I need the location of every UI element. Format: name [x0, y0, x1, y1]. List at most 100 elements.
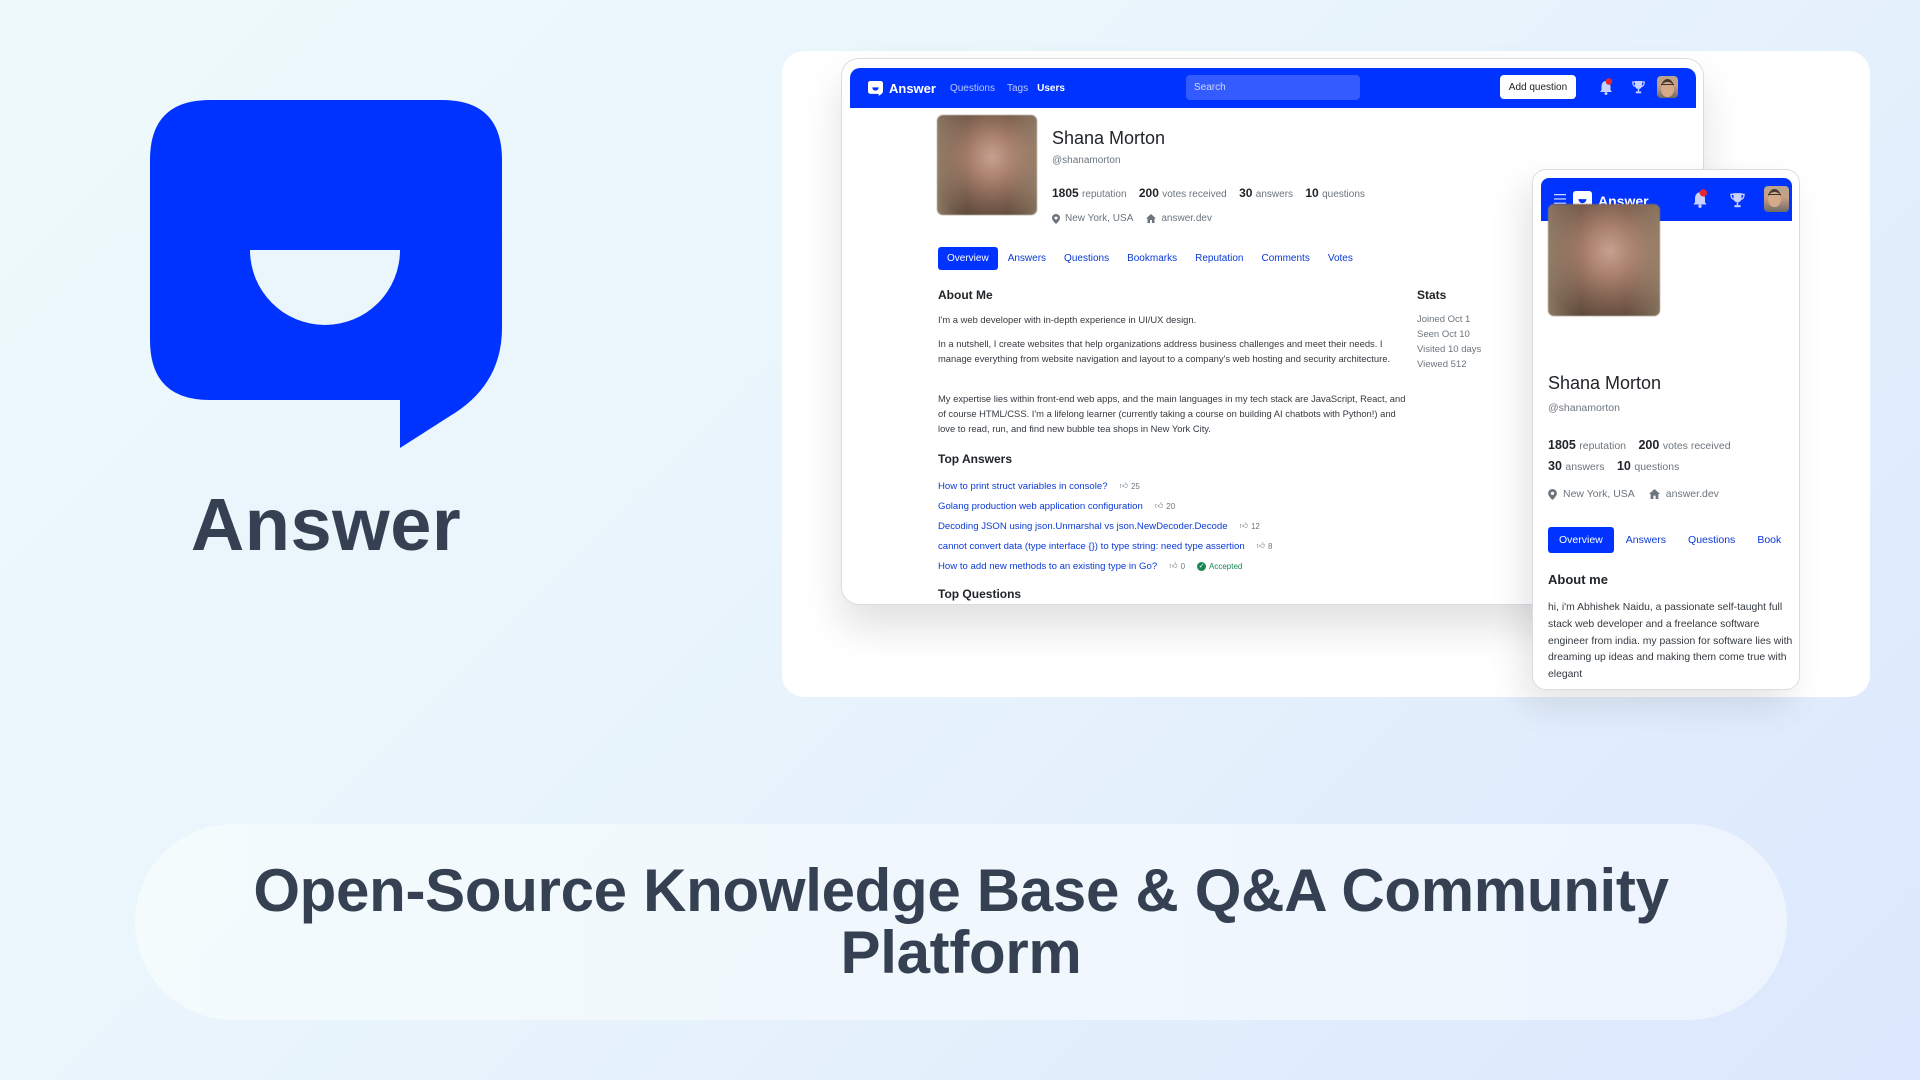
top-answers-title: Top Answers — [938, 452, 1013, 466]
accepted-badge: ✓ Accepted — [1197, 561, 1242, 571]
profile-name: Shana Morton — [1548, 373, 1662, 393]
profile-photo — [937, 115, 1037, 215]
stat-label: answers — [1565, 461, 1605, 473]
tab-overview[interactable]: Overview — [1548, 527, 1614, 553]
profile-location: New York, USA — [1065, 213, 1134, 224]
tab-overview[interactable]: Overview — [938, 247, 998, 270]
stat-value: 200 — [1638, 438, 1660, 452]
hamburger-menu-icon[interactable] — [1554, 194, 1566, 204]
profile-website[interactable]: answer.dev — [1666, 488, 1719, 500]
location-pin-icon — [1548, 488, 1557, 500]
vote-value: 20 — [1166, 501, 1176, 511]
answer-logo-icon — [868, 80, 883, 96]
thumbs-up-icon: 👍︎ — [1169, 561, 1178, 570]
nav-logo[interactable]: Answer — [868, 81, 936, 96]
list-item: Decoding JSON using json.Unmarshal vs js… — [938, 516, 1272, 536]
tab-bookmarks[interactable]: Bookmarks — [1118, 247, 1186, 270]
vote-value: 8 — [1268, 541, 1273, 551]
stat-label: votes received — [1162, 189, 1227, 200]
tab-votes[interactable]: Votes — [1319, 247, 1362, 270]
add-question-button[interactable]: Add question — [1500, 75, 1576, 99]
search-input[interactable]: Search — [1186, 75, 1360, 100]
vote-count: 👍︎ 12 — [1240, 521, 1260, 531]
tab-questions[interactable]: Questions — [1055, 247, 1118, 270]
stat-seen: Seen Oct 10 — [1417, 329, 1470, 340]
bell-icon[interactable] — [1692, 189, 1708, 209]
bell-icon[interactable] — [1599, 78, 1613, 96]
tab-questions[interactable]: Questions — [1677, 527, 1746, 553]
tab-reputation[interactable]: Reputation — [1186, 247, 1252, 270]
stat-label: votes received — [1662, 440, 1731, 452]
profile-tabs: Overview Answers Questions Book — [1548, 527, 1792, 553]
stat-value: 30 — [1239, 186, 1253, 200]
profile-tabs: Overview Answers Questions Bookmarks Rep… — [938, 247, 1362, 270]
check-circle-icon: ✓ — [1197, 561, 1207, 571]
profile-stats-row: 1805 reputation 200 votes received — [1548, 438, 1740, 452]
stat-label: questions — [1634, 461, 1680, 473]
stat-value: 10 — [1305, 186, 1319, 200]
about-paragraph: I'm a web developer with in-depth experi… — [938, 314, 1197, 325]
profile-stats-row: 30 answers 10 questions — [1548, 459, 1688, 473]
about-text: hi, i'm Abhishek Naidu, a passionate sel… — [1548, 602, 1793, 681]
list-item: How to print struct variables in console… — [938, 476, 1272, 496]
profile-meta: New York, USA answer.dev — [1548, 488, 1719, 500]
stat-visited: Visited 10 days — [1417, 344, 1482, 355]
tab-answers[interactable]: Answers — [1615, 527, 1677, 553]
stat-label: answers — [1255, 189, 1294, 200]
vote-value: 25 — [1130, 481, 1140, 491]
vote-count: 👍︎ 8 — [1257, 541, 1273, 551]
vote-value: 0 — [1180, 561, 1186, 571]
stat-value: 10 — [1616, 459, 1631, 473]
answer-link[interactable]: Decoding JSON using json.Unmarshal vs js… — [938, 521, 1228, 532]
nav-logo-text: Answer — [889, 80, 936, 96]
stats-list: Joined Oct 1 Seen Oct 10 Visited 10 days… — [1417, 312, 1481, 372]
vote-count: 👍︎ 0 — [1169, 561, 1185, 571]
stat-value: 1805 — [1548, 438, 1576, 452]
stat-value: 1805 — [1052, 186, 1079, 200]
answer-link[interactable]: Golang production web application config… — [938, 501, 1143, 512]
nav-link-tags[interactable]: Tags — [1007, 83, 1028, 94]
user-avatar[interactable] — [1764, 186, 1789, 212]
stat-joined: Joined Oct 1 — [1417, 314, 1471, 325]
trophy-icon[interactable] — [1632, 80, 1645, 94]
vote-count: 👍︎ 20 — [1155, 501, 1175, 511]
location-pin-icon — [1052, 213, 1060, 224]
nav-link-questions[interactable]: Questions — [950, 83, 995, 94]
home-icon — [1648, 489, 1660, 499]
about-title: About Me — [938, 288, 993, 302]
user-avatar[interactable] — [1657, 76, 1678, 98]
home-icon — [1146, 214, 1157, 223]
tab-comments[interactable]: Comments — [1252, 247, 1318, 270]
tab-bookmarks[interactable]: Book — [1746, 527, 1792, 553]
stat-value: 200 — [1138, 186, 1159, 200]
trophy-icon[interactable] — [1730, 192, 1745, 208]
stat-label: reputation — [1579, 440, 1626, 452]
stat-label: questions — [1322, 189, 1365, 200]
thumbs-up-icon: 👍︎ — [1239, 521, 1248, 530]
vote-count: 👍︎ 25 — [1120, 481, 1140, 491]
stat-value: 30 — [1548, 459, 1562, 473]
profile-name: Shana Morton — [1052, 128, 1166, 148]
answer-logo-icon — [150, 100, 502, 448]
tagline-banner: Open-Source Knowledge Base & Q&A Communi… — [135, 824, 1787, 1020]
profile-website[interactable]: answer.dev — [1161, 213, 1212, 224]
answer-link[interactable]: How to add new methods to an existing ty… — [938, 561, 1157, 572]
profile-handle: @shanamorton — [1548, 402, 1620, 414]
profile-stats: 1805 reputation 200 votes received 30 an… — [1052, 186, 1374, 200]
brand-name: Answer — [190, 483, 462, 566]
profile-handle: @shanamorton — [1052, 155, 1121, 166]
vote-value: 12 — [1250, 521, 1260, 531]
top-answers-list: How to print struct variables in console… — [938, 476, 1272, 576]
answer-link[interactable]: How to print struct variables in console… — [938, 481, 1108, 492]
thumbs-up-icon: 👍︎ — [1154, 501, 1164, 510]
about-paragraph: In a nutshell, I create websites that he… — [938, 338, 1391, 364]
stat-viewed: Viewed 512 — [1417, 359, 1467, 370]
thumbs-up-icon: 👍︎ — [1119, 481, 1128, 490]
profile-photo — [1548, 204, 1660, 316]
about-paragraph: My expertise lies within front-end web a… — [938, 393, 1406, 434]
stats-title: Stats — [1417, 288, 1447, 302]
about-title: About me — [1548, 572, 1608, 587]
answer-link[interactable]: cannot convert data (type interface {}) … — [938, 541, 1245, 552]
nav-link-users[interactable]: Users — [1037, 83, 1065, 94]
tab-answers[interactable]: Answers — [999, 247, 1055, 270]
